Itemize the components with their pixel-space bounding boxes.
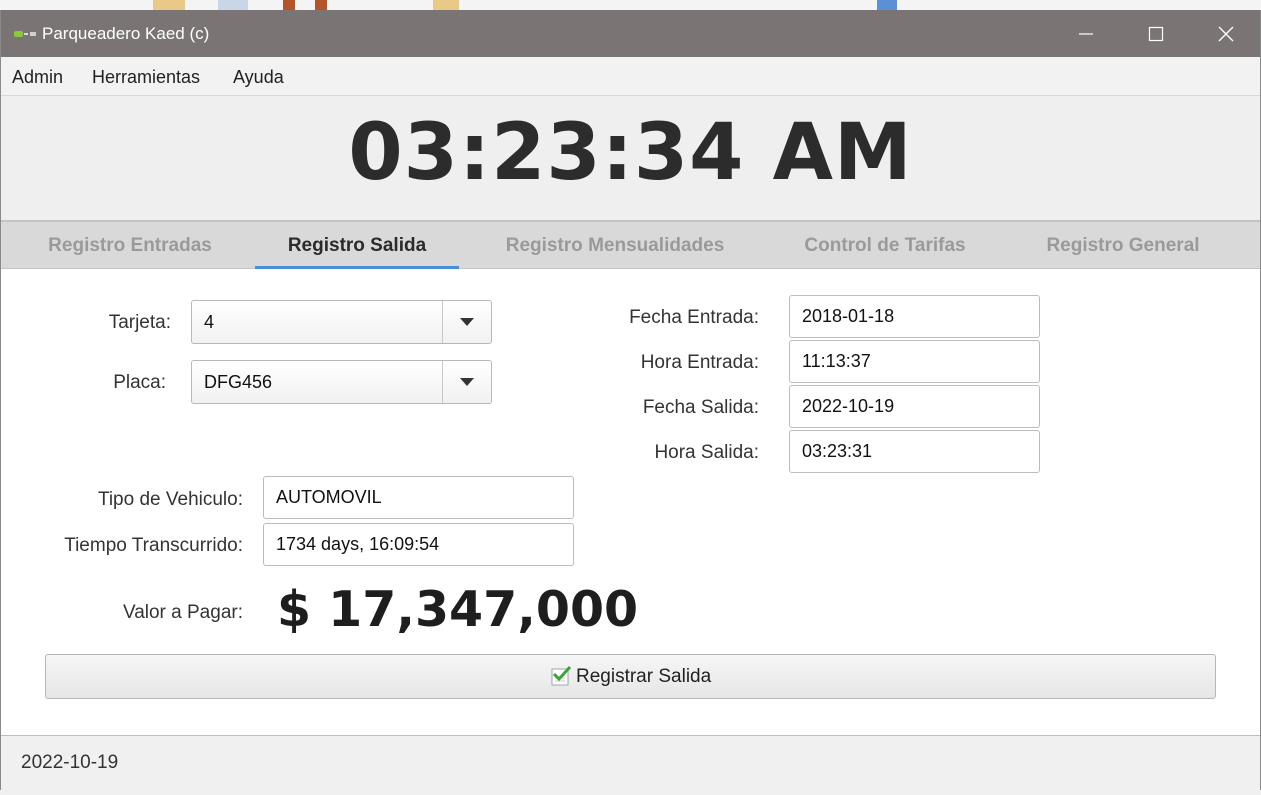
clock-display: 03:23:34 AM (348, 108, 913, 198)
status-bar: 2022-10-19 (1, 736, 1260, 790)
minimize-icon (1079, 33, 1093, 35)
hora-salida-label: Hora Salida: (654, 442, 759, 463)
fecha-entrada-field[interactable]: 2018-01-18 (789, 295, 1040, 338)
window-title: Parqueadero Kaed (c) (42, 24, 210, 43)
hora-entrada-label: Hora Entrada: (640, 352, 759, 373)
fecha-entrada-label: Fecha Entrada: (629, 307, 759, 328)
fecha-salida-label: Fecha Salida: (642, 397, 759, 418)
tab-registro-salida[interactable]: Registro Salida (255, 222, 459, 269)
arrow-icon (283, 0, 295, 10)
folder-icon (153, 0, 185, 10)
placa-combobox[interactable]: DFG456 (191, 360, 492, 404)
clock-panel: 03:23:34 AM (1, 96, 1260, 220)
maximize-icon (1148, 26, 1164, 42)
menu-herramientas[interactable]: Herramientas (92, 67, 200, 88)
document-icon (218, 0, 248, 10)
placa-value: DFG456 (204, 372, 273, 392)
tab-registro-general[interactable]: Registro General (1029, 222, 1217, 269)
chevron-down-icon[interactable] (442, 301, 491, 343)
maximize-button[interactable] (1121, 10, 1191, 57)
tiempo-transcurrido-label: Tiempo Transcurrido: (64, 535, 243, 556)
close-button[interactable] (1191, 10, 1261, 57)
hora-salida-field[interactable]: 03:23:31 (789, 430, 1040, 473)
tipo-vehiculo-field[interactable]: AUTOMOVIL (263, 476, 574, 519)
minimize-button[interactable] (1051, 10, 1121, 57)
tab-control-tarifas[interactable]: Control de Tarifas (787, 222, 983, 269)
grid-icon (877, 0, 897, 10)
tarjeta-label: Tarjeta: (108, 312, 171, 333)
menu-admin[interactable]: Admin (12, 67, 63, 88)
background-taskbar-strip (0, 0, 1261, 10)
tipo-vehiculo-label: Tipo de Vehiculo: (97, 489, 243, 510)
tab-bar: Registro Entradas Registro Salida Regist… (1, 220, 1260, 269)
tarjeta-value: 4 (204, 312, 215, 332)
arrow-icon (315, 0, 327, 10)
valor-pagar-label: Valor a Pagar: (122, 602, 243, 623)
chevron-down-icon[interactable] (442, 361, 491, 403)
tarjeta-combobox[interactable]: 4 (191, 300, 492, 344)
tiempo-transcurrido-field[interactable]: 1734 days, 16:09:54 (263, 523, 574, 566)
title-bar: Parqueadero Kaed (c) (1, 10, 1260, 57)
tab-registro-entradas[interactable]: Registro Entradas (29, 222, 231, 269)
app-logo-icon (14, 31, 36, 37)
menu-ayuda[interactable]: Ayuda (233, 67, 284, 88)
status-date: 2022-10-19 (21, 752, 119, 773)
registrar-salida-button[interactable]: Registrar Salida (45, 654, 1216, 699)
app-window: Parqueadero Kaed (c) Admin Herramientas … (0, 10, 1261, 790)
close-icon (1218, 26, 1234, 42)
valor-pagar-amount: $ 17,347,000 (277, 581, 639, 638)
fecha-salida-field[interactable]: 2022-10-19 (789, 385, 1040, 428)
placa-label: Placa: (113, 372, 166, 393)
hora-entrada-field[interactable]: 11:13:37 (789, 340, 1040, 383)
registro-salida-panel: Tarjeta: 4 Placa: DFG456 Tipo de Vehicul… (1, 269, 1260, 736)
checkmark-icon (551, 665, 572, 686)
folder-icon (433, 0, 459, 10)
registrar-salida-label: Registrar Salida (576, 666, 712, 687)
menu-bar: Admin Herramientas Ayuda (1, 57, 1260, 96)
tab-registro-mensualidades[interactable]: Registro Mensualidades (487, 222, 743, 269)
